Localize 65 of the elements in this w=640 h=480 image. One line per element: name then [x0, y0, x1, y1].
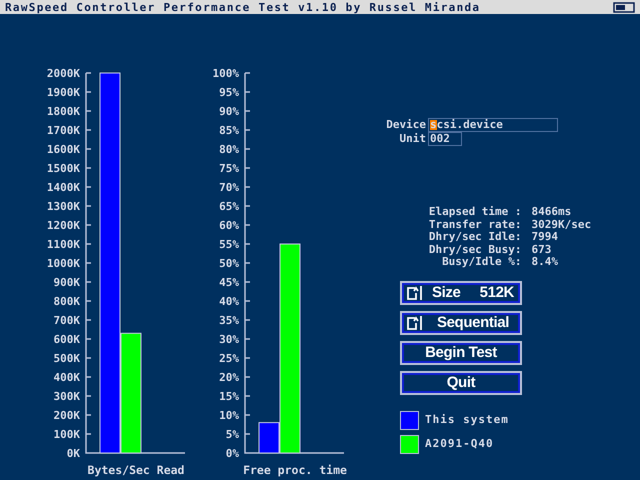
stat-value: 673 — [530, 244, 552, 256]
action-button[interactable]: Begin Test — [400, 340, 522, 364]
axis-tick-label: 90% — [219, 105, 239, 118]
axis-tick-label: 1700K — [46, 124, 80, 137]
axis-tick-label: 400K — [54, 371, 80, 384]
axis-tick-label: 30% — [219, 333, 239, 346]
stat-label: Dhry/sec Idle: — [428, 231, 522, 244]
axis-label: Bytes/Sec Read — [88, 463, 184, 477]
axis-tick-label: 1400K — [46, 181, 80, 194]
axis-tick-label: 55% — [219, 238, 239, 251]
axis-tick-label: 1000K — [46, 257, 80, 270]
stat-value: 7994 — [530, 231, 560, 244]
stat-value: 8.4% — [530, 256, 560, 268]
axis-tick-label: 100% — [212, 67, 239, 80]
axis-tick-label: 2000K — [46, 67, 80, 80]
axis-tick-label: 1900K — [46, 86, 80, 99]
axis-tick-label: 600K — [54, 333, 80, 346]
stat-label: Transfer rate: — [428, 218, 522, 231]
axis-tick-label: 5% — [226, 428, 239, 441]
axis-tick-label: 40% — [219, 295, 239, 308]
axis-tick-label: 25% — [219, 352, 239, 365]
axis-label: Free proc. time — [243, 463, 347, 477]
axis-tick-label: 65% — [219, 200, 239, 213]
cycle-button[interactable]: Size 512K — [400, 280, 522, 304]
legend-label: A2091-Q40 — [425, 436, 494, 452]
axis-tick-label: 20% — [219, 371, 239, 384]
stat-label: Busy/Idle %: — [442, 256, 522, 268]
axis-tick-label: 75% — [219, 162, 239, 175]
axis-tick-label: 45% — [219, 276, 239, 289]
legend-label: This system — [425, 412, 509, 428]
text-field[interactable]: 002 — [428, 132, 462, 146]
axis-tick-label: 1500K — [46, 162, 80, 175]
axis-tick-label: 60% — [219, 219, 239, 232]
stat-label: Elapsed time : — [428, 206, 522, 218]
stat-value: 8466ms — [530, 206, 572, 218]
axis-tick-label: 1800K — [46, 105, 80, 118]
stat-label: Dhry/sec Busy: — [428, 244, 522, 256]
axis-tick-label: 85% — [219, 124, 239, 137]
axis-tick-label: 35% — [219, 314, 239, 327]
axis-tick-label: 70% — [219, 181, 239, 194]
axis-tick-label: 0K — [66, 447, 80, 460]
depth-gadget-icon[interactable] — [613, 2, 635, 12]
axis-tick-label: 10% — [219, 409, 239, 422]
axis-tick-label: 700K — [54, 314, 80, 327]
axis-tick-label: 95% — [219, 86, 239, 99]
field-label: Device — [385, 116, 427, 133]
action-button[interactable]: Quit — [400, 370, 522, 394]
axis-tick-label: 50% — [219, 257, 239, 270]
axis-tick-label: 0% — [226, 447, 239, 460]
axis-tick-label: 200K — [54, 409, 80, 422]
axis-tick-label: 1200K — [46, 219, 80, 232]
axis-tick-label: 1600K — [46, 143, 80, 156]
axis-tick-label: 500K — [54, 352, 80, 365]
axis-tick-label: 15% — [219, 390, 239, 403]
stat-value: 3029K/sec — [530, 218, 592, 231]
axis-tick-label: 1100K — [46, 238, 80, 251]
axis-tick-label: 300K — [54, 390, 80, 403]
axis-tick-label: 900K — [54, 276, 80, 289]
window-title: RawSpeed Controller Performance Test v1.10 by Russel Miranda — [5, 2, 480, 12]
axis-tick-label: 80% — [219, 143, 239, 156]
cycle-button[interactable]: Sequential — [400, 310, 522, 334]
axis-tick-label: 1300K — [46, 200, 80, 213]
axis-tick-label: 800K — [54, 295, 80, 308]
field-label: Unit — [398, 130, 427, 147]
axis-tick-label: 100K — [54, 428, 80, 441]
